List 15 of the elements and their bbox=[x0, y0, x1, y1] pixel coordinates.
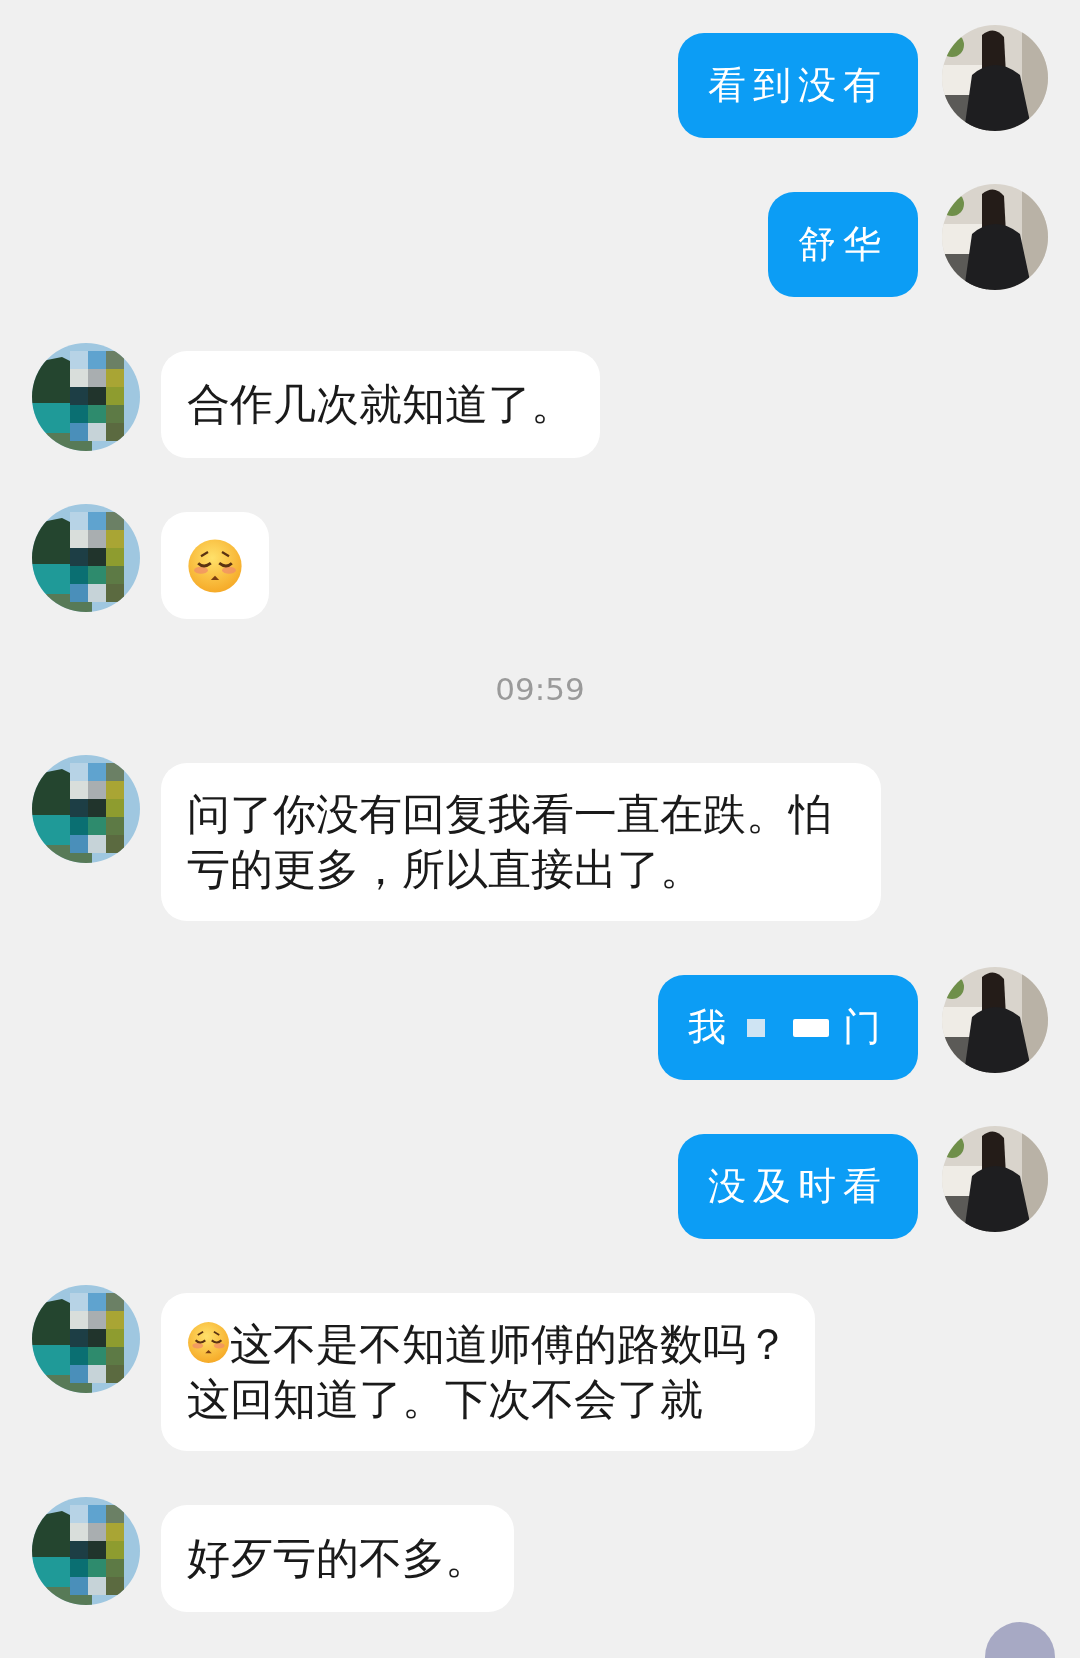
message-text: 问了你没有回复我看一直在跌。怕亏的更多，所以直接出了。 bbox=[187, 789, 832, 894]
message-text: 舒华 bbox=[798, 222, 888, 266]
pensive-face-icon bbox=[187, 537, 243, 594]
message-text: 没及时看 bbox=[708, 1164, 888, 1208]
message-text: 这回知道了。下次不会了就 bbox=[187, 1374, 703, 1424]
message-text: 这不是不知道师傅的路数吗？ bbox=[230, 1319, 789, 1369]
message-text: 门 bbox=[843, 1004, 888, 1051]
redaction-mark bbox=[747, 1018, 765, 1037]
redaction-mark bbox=[793, 1018, 829, 1037]
message-text: 合作几次就知道了。 bbox=[187, 379, 574, 429]
timestamp: 09:59 bbox=[495, 671, 585, 707]
message-text: 好歹亏的不多。 bbox=[187, 1533, 488, 1583]
message-text: 看到没有 bbox=[708, 63, 888, 107]
pensive-face-icon bbox=[187, 1321, 230, 1365]
message-text: 我 bbox=[688, 1004, 733, 1051]
